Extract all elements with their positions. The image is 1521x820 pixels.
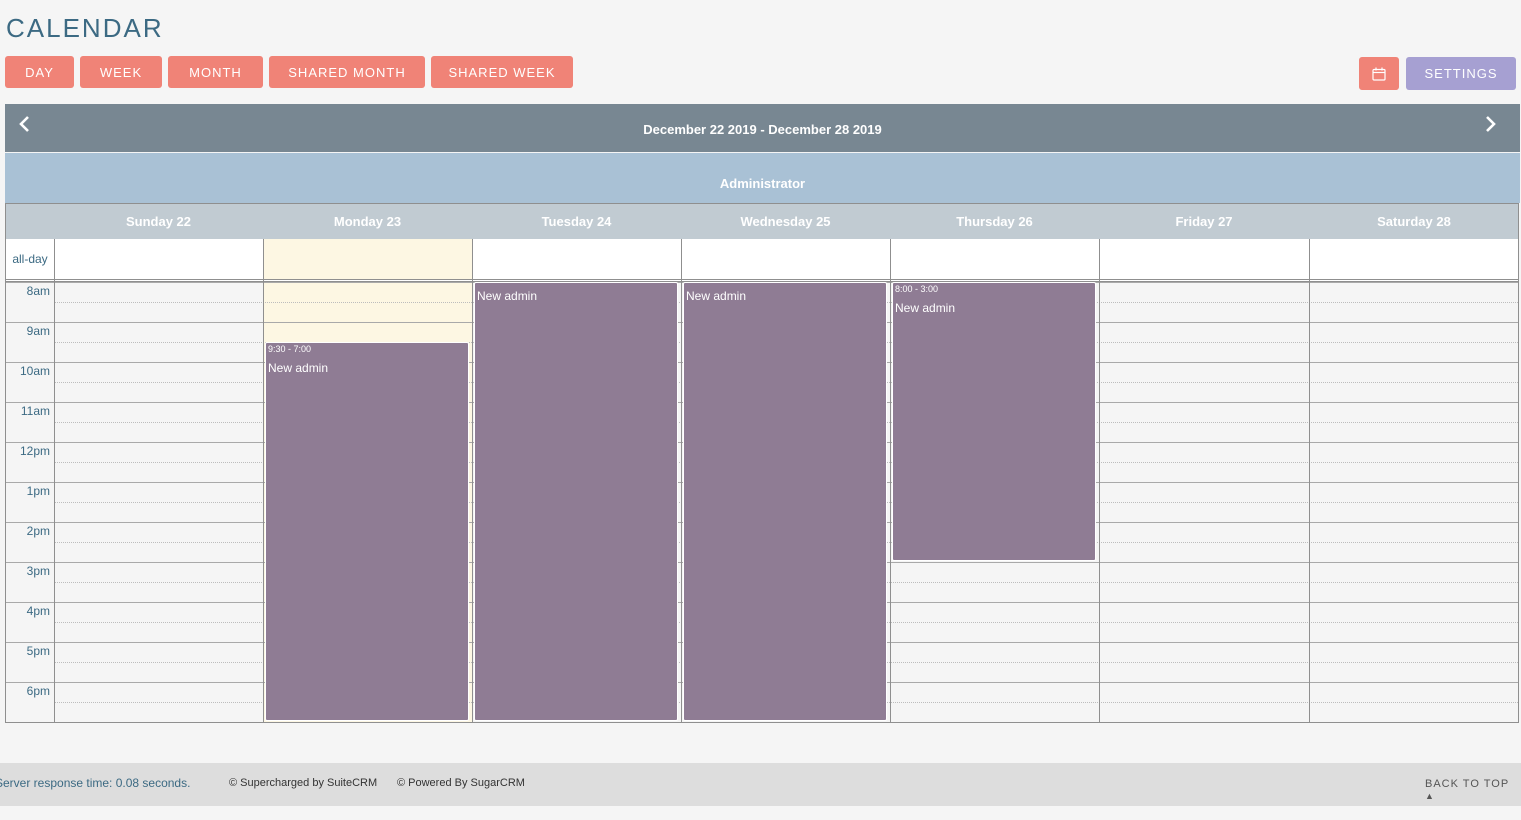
event-time: 9:30 - 7:00 xyxy=(268,344,312,354)
event-title: New admin xyxy=(268,361,329,375)
chevron-right-icon[interactable] xyxy=(1482,114,1498,134)
calendar-event[interactable]: New admin xyxy=(683,282,887,721)
all-day-label: all-day xyxy=(12,252,48,266)
time-label: 3pm xyxy=(26,564,50,578)
user-name: Administrator xyxy=(719,175,806,191)
time-label: 11am xyxy=(20,404,50,418)
date-picker-button[interactable] xyxy=(1359,57,1399,90)
view-day-button[interactable]: DAY xyxy=(5,56,74,88)
page-title: CALENDAR xyxy=(6,13,164,43)
day-header-friday: Friday 27 xyxy=(1175,214,1233,229)
column-divider xyxy=(1309,239,1310,722)
supercharged-by-link[interactable]: © Supercharged by SuiteCRM xyxy=(229,777,377,789)
footer: Server response time: 0.08 seconds. © Su… xyxy=(0,763,1521,806)
column-divider xyxy=(472,239,473,722)
time-label: 2pm xyxy=(26,524,50,538)
view-shared-month-button[interactable]: SHARED MONTH xyxy=(269,56,425,88)
day-header-row: Sunday 22 Monday 23 Tuesday 24 Wednesday… xyxy=(6,204,1518,240)
time-label: 8am xyxy=(26,284,50,298)
event-title: New admin xyxy=(477,289,538,303)
view-shared-week-button[interactable]: SHARED WEEK xyxy=(431,56,573,88)
column-divider xyxy=(54,239,55,722)
column-divider xyxy=(890,239,891,722)
server-response-time: Server response time: 0.08 seconds. xyxy=(0,776,191,790)
event-title: New admin xyxy=(686,289,747,303)
time-label: 1pm xyxy=(26,484,50,498)
time-label: 12pm xyxy=(19,444,50,458)
back-to-top-label: BACK TO TOP xyxy=(1425,778,1509,790)
powered-by-link[interactable]: © Powered By SugarCRM xyxy=(397,777,525,789)
day-header-thursday: Thursday 26 xyxy=(956,214,1033,229)
time-label: 6pm xyxy=(26,684,50,698)
settings-button[interactable]: SETTINGS xyxy=(1406,57,1516,90)
event-title: New admin xyxy=(895,301,956,315)
today-all-day-cell[interactable] xyxy=(263,239,472,279)
all-day-row: all-day xyxy=(6,239,1518,282)
caret-up-icon: ▲ xyxy=(1425,791,1435,801)
calendar-event[interactable]: New admin xyxy=(474,282,678,721)
calendar-nav-bar: December 22 2019 - December 28 2019 xyxy=(5,104,1520,152)
view-week-button[interactable]: WEEK xyxy=(80,56,162,88)
time-label: 9am xyxy=(26,324,50,338)
time-label: 5pm xyxy=(26,644,50,658)
week-grid: Sunday 22 Monday 23 Tuesday 24 Wednesday… xyxy=(5,203,1519,723)
event-time: 8:00 - 3:00 xyxy=(895,284,939,294)
day-header-wednesday: Wednesday 25 xyxy=(740,214,831,229)
column-divider xyxy=(1099,239,1100,722)
user-band: Administrator xyxy=(5,153,1520,203)
time-label: 10am xyxy=(19,364,50,378)
view-month-button[interactable]: MONTH xyxy=(168,56,263,88)
date-range-title: December 22 2019 - December 28 2019 xyxy=(643,122,882,137)
day-header-monday: Monday 23 xyxy=(333,214,402,229)
column-divider xyxy=(681,239,682,722)
time-label: 4pm xyxy=(26,604,50,618)
calendar-event[interactable]: 8:00 - 3:00 New admin xyxy=(892,282,1096,561)
day-header-saturday: Saturday 28 xyxy=(1377,214,1451,229)
day-header-sunday: Sunday 22 xyxy=(125,214,192,229)
back-to-top-link[interactable]: BACK TO TOP ▲ xyxy=(1425,778,1521,802)
day-header-tuesday: Tuesday 24 xyxy=(541,214,612,229)
calendar-event[interactable]: 9:30 - 7:00 New admin xyxy=(265,342,469,721)
column-divider xyxy=(263,239,264,722)
calendar-icon xyxy=(1372,67,1386,81)
